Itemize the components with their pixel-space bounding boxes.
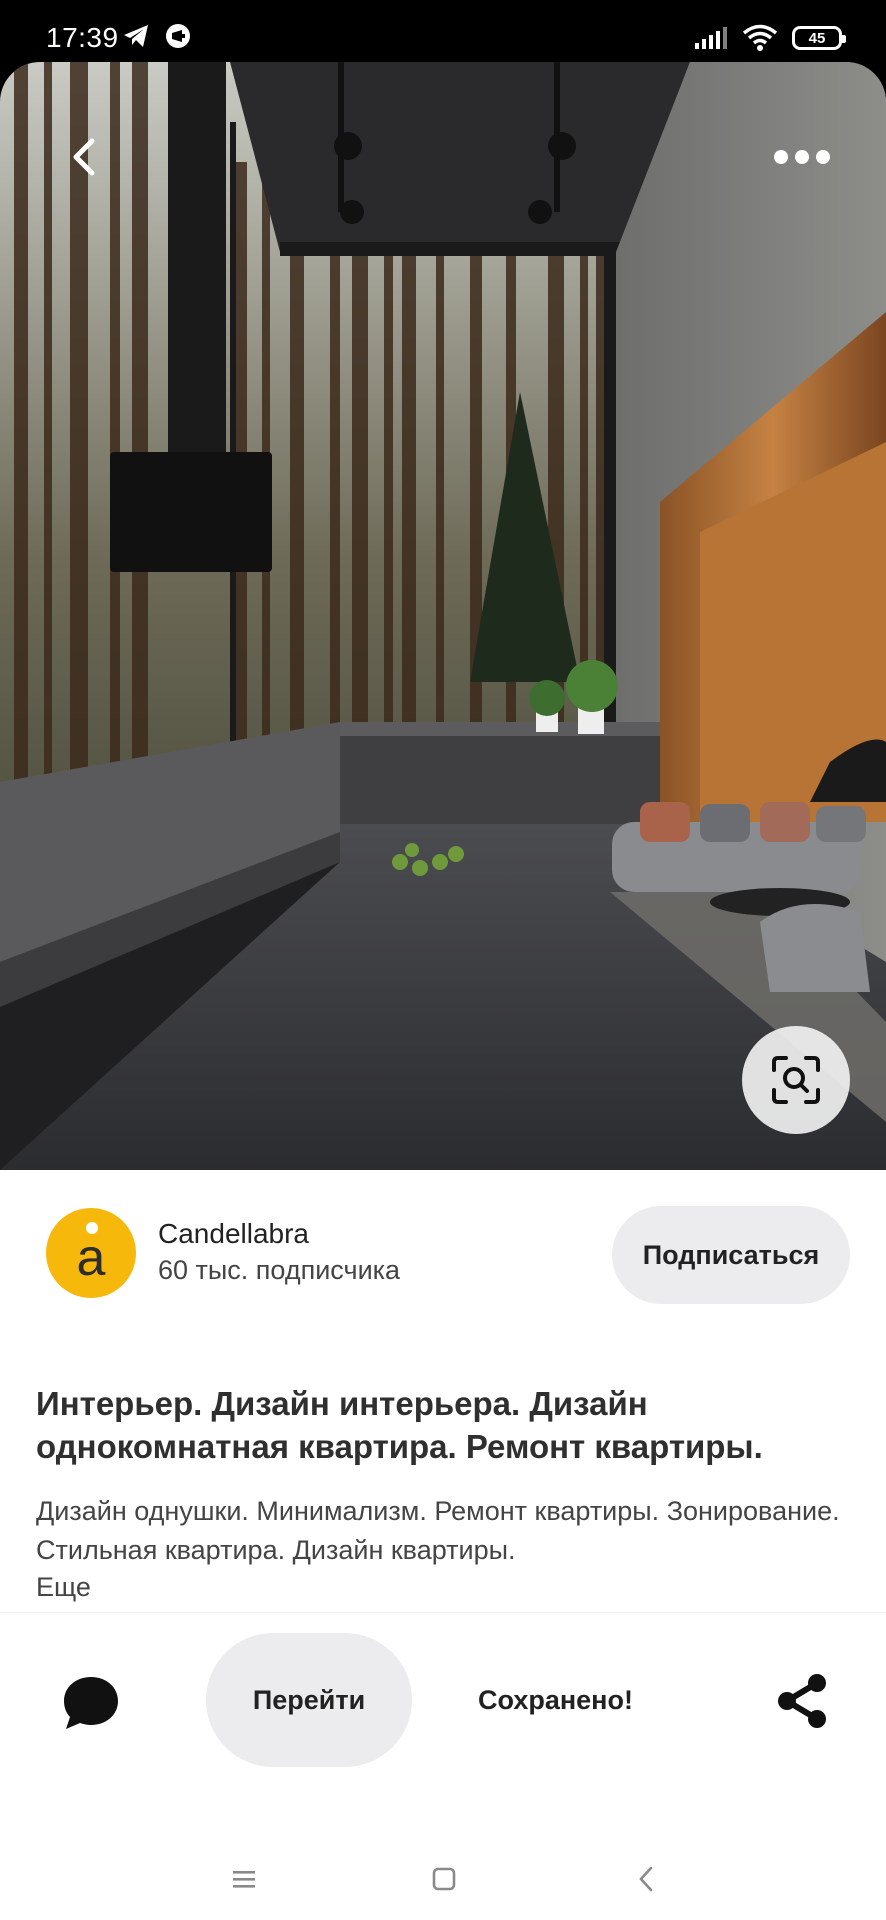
menu-icon	[233, 1871, 255, 1888]
avatar-letter: a	[76, 1229, 106, 1287]
saved-status[interactable]: Сохранено!	[478, 1685, 633, 1716]
nav-back-icon	[639, 1866, 653, 1892]
battery-level: 45	[808, 29, 826, 47]
more-options-button[interactable]	[762, 132, 842, 182]
nav-menu-button[interactable]	[224, 1862, 264, 1896]
telegram-icon	[124, 25, 148, 47]
visual-search-button[interactable]	[742, 1026, 850, 1134]
status-right-icons: 45	[694, 24, 846, 52]
share-icon	[778, 1674, 826, 1728]
system-nav-bar	[0, 1812, 886, 1920]
comment-icon	[64, 1677, 118, 1729]
home-square-icon	[432, 1867, 456, 1891]
app-notification-icon	[166, 24, 190, 48]
creator-name[interactable]: Candellabra	[158, 1218, 309, 1250]
status-time: 17:39	[46, 22, 119, 53]
action-bar: Перейти Сохранено!	[0, 1612, 886, 1815]
creator-profile: a Candellabra 60 тыс. подписчика Подписа…	[0, 1170, 886, 1340]
pin-description: Интерьер. Дизайн интерьера. Дизайн однок…	[0, 1340, 886, 1612]
interior-photo	[0, 62, 886, 1170]
pin-description-text: Дизайн однушки. Минимализм. Ремонт кварт…	[36, 1496, 840, 1565]
battery-icon: 45	[792, 26, 846, 50]
subscribe-button[interactable]: Подписаться	[612, 1206, 850, 1304]
wifi-icon	[742, 24, 778, 51]
pin-title: Интерьер. Дизайн интерьера. Дизайн однок…	[36, 1385, 763, 1465]
more-horizontal-icon	[774, 150, 830, 164]
nav-home-button[interactable]	[424, 1862, 464, 1896]
visual-search-icon	[772, 1056, 820, 1104]
back-button[interactable]	[56, 122, 112, 192]
visit-button[interactable]: Перейти	[206, 1633, 412, 1767]
follower-count: 60 тыс. подписчика	[158, 1255, 401, 1285]
status-left-icons	[122, 22, 192, 50]
show-more-link[interactable]: Еще	[36, 1572, 91, 1603]
signal-icon	[695, 27, 727, 49]
chevron-left-icon	[73, 138, 95, 176]
nav-back-button[interactable]	[626, 1862, 666, 1896]
share-button[interactable]	[772, 1671, 832, 1731]
pin-image[interactable]	[0, 62, 886, 1170]
avatar-dot	[86, 1222, 98, 1234]
comment-button[interactable]	[58, 1669, 124, 1735]
avatar[interactable]: a	[46, 1208, 136, 1298]
